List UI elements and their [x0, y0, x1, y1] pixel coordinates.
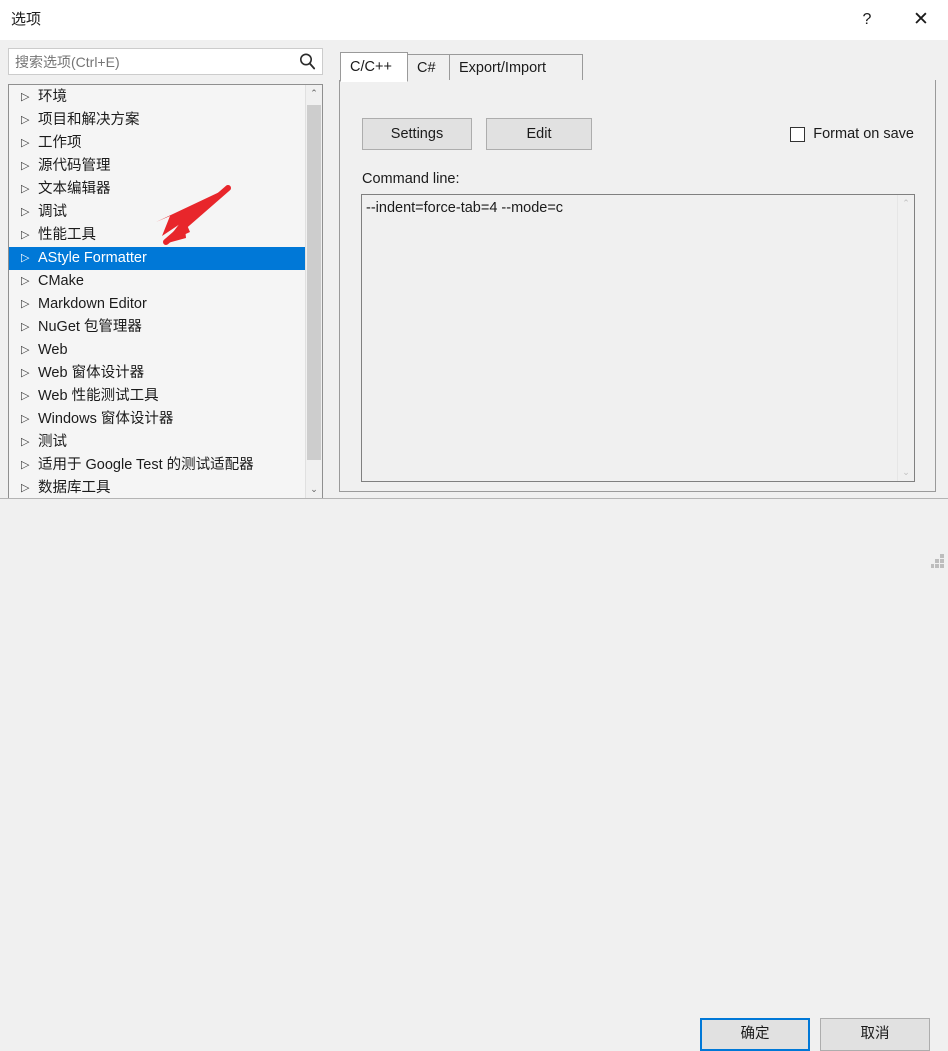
chevron-right-icon[interactable]: ▷ — [21, 431, 38, 454]
tree-item-label: 测试 — [38, 434, 67, 450]
tree-item[interactable]: ▷ CMake — [9, 270, 305, 293]
tree-item[interactable]: ▷ 适用于 Google Test 的测试适配器 — [9, 454, 305, 477]
tree-item[interactable]: ▷ NuGet 包管理器 — [9, 316, 305, 339]
tree-item-label: 数据库工具 — [38, 480, 111, 496]
chevron-right-icon[interactable]: ▷ — [21, 201, 38, 224]
tree-list[interactable]: ▷ 环境 ▷ 项目和解决方案 ▷ 工作项 ▷ 源代码管理 ▷ 文本编辑器 ▷ 调试 ▷ 性能工具 ▷ ASty… — [9, 86, 305, 498]
tree-item[interactable]: ▷ 工作项 — [9, 132, 305, 155]
tree-item-label: 源代码管理 — [38, 158, 111, 174]
scroll-up-icon[interactable]: ⌃ — [306, 85, 322, 102]
chevron-right-icon[interactable]: ▷ — [21, 109, 38, 132]
chevron-right-icon[interactable]: ▷ — [21, 454, 38, 477]
format-on-save-checkbox[interactable]: Format on save — [790, 124, 914, 144]
tree-item-label: 适用于 Google Test 的测试适配器 — [38, 457, 254, 473]
search-icon[interactable] — [298, 52, 317, 71]
options-tree: ▷ 环境 ▷ 项目和解决方案 ▷ 工作项 ▷ 源代码管理 ▷ 文本编辑器 ▷ 调试 ▷ 性能工具 ▷ ASty… — [8, 84, 323, 499]
search-input[interactable] — [15, 49, 287, 74]
cmd-scroll-down-icon[interactable]: ⌄ — [898, 464, 914, 481]
format-on-save-label: Format on save — [813, 126, 914, 142]
chevron-right-icon[interactable]: ▷ — [21, 247, 38, 270]
scrollbar-thumb[interactable] — [307, 105, 321, 460]
chevron-right-icon[interactable]: ▷ — [21, 270, 38, 293]
checkbox-box-icon[interactable] — [790, 126, 806, 142]
command-line-scrollbar[interactable]: ⌃ ⌄ — [897, 195, 914, 481]
tree-item-label: 调试 — [38, 204, 67, 220]
title-bar: 选项 ? ✕ — [0, 0, 948, 40]
tree-item-label: Web 性能测试工具 — [38, 388, 159, 404]
command-line-label: Command line: — [362, 171, 460, 187]
tab-export-import[interactable]: Export/Import — [449, 54, 583, 81]
command-line-area[interactable]: ⌃ ⌄ — [361, 194, 915, 482]
chevron-right-icon[interactable]: ▷ — [21, 339, 38, 362]
chevron-right-icon[interactable]: ▷ — [21, 477, 38, 498]
help-icon: ? — [862, 10, 872, 28]
tree-item[interactable]: ▷ Windows 窗体设计器 — [9, 408, 305, 431]
scroll-down-icon[interactable]: ⌄ — [306, 481, 322, 498]
tree-item-label: 文本编辑器 — [38, 181, 111, 197]
tree-item[interactable]: ▷ 测试 — [9, 431, 305, 454]
tree-item[interactable]: ▷ Web — [9, 339, 305, 362]
tree-item[interactable]: ▷ 调试 — [9, 201, 305, 224]
chevron-right-icon[interactable]: ▷ — [21, 385, 38, 408]
chevron-right-icon[interactable]: ▷ — [21, 155, 38, 178]
tree-item[interactable]: ▷ Web 性能测试工具 — [9, 385, 305, 408]
tree-scrollbar[interactable]: ⌃ ⌄ — [305, 85, 322, 498]
close-icon: ✕ — [913, 9, 929, 30]
search-box[interactable] — [8, 48, 323, 75]
tree-item-label: 项目和解决方案 — [38, 112, 140, 128]
tree-item-label: Web 窗体设计器 — [38, 365, 145, 381]
tab-panel-c-cpp: Settings Edit Format on save Command lin… — [339, 80, 936, 492]
tree-item[interactable]: ▷ Web 窗体设计器 — [9, 362, 305, 385]
tree-item[interactable]: ▷ Markdown Editor — [9, 293, 305, 316]
resize-grip[interactable] — [930, 554, 945, 568]
tree-item-label: NuGet 包管理器 — [38, 319, 142, 335]
left-pane: ▷环境▷项目和解决方案▷工作项▷源代码管理▷文本编辑器▷调试▷性能工具▷ASty… — [8, 48, 323, 499]
tree-item-label: Markdown Editor — [38, 296, 147, 312]
chevron-right-icon[interactable]: ▷ — [21, 408, 38, 431]
chevron-right-icon[interactable]: ▷ — [21, 86, 38, 109]
tree-item-label: Web — [38, 342, 68, 358]
close-button[interactable]: ✕ — [898, 0, 944, 39]
tree-item[interactable]: ▷ 数据库工具 — [9, 477, 305, 498]
tab-c-c[interactable]: C/C++ — [340, 52, 408, 82]
cancel-button[interactable]: 取消 — [820, 1018, 930, 1051]
tree-item[interactable]: ▷ AStyle Formatter — [9, 247, 305, 270]
chevron-right-icon[interactable]: ▷ — [21, 362, 38, 385]
tree-item[interactable]: ▷ 源代码管理 — [9, 155, 305, 178]
tab-c[interactable]: C# — [407, 54, 450, 81]
help-button[interactable]: ? — [844, 0, 890, 39]
tab-strip: C/C++ C# Export/Import — [339, 52, 936, 82]
chevron-right-icon[interactable]: ▷ — [21, 316, 38, 339]
tree-item-label: CMake — [38, 273, 84, 289]
ok-button[interactable]: 确定 — [700, 1018, 810, 1051]
tree-item-label: 性能工具 — [38, 227, 96, 243]
tree-item-label: 工作项 — [38, 135, 82, 151]
command-line-input[interactable] — [366, 199, 886, 469]
tree-item[interactable]: ▷ 性能工具 — [9, 224, 305, 247]
tree-item[interactable]: ▷ 项目和解决方案 — [9, 109, 305, 132]
chevron-right-icon[interactable]: ▷ — [21, 132, 38, 155]
chevron-right-icon[interactable]: ▷ — [21, 224, 38, 247]
chevron-right-icon[interactable]: ▷ — [21, 178, 38, 201]
right-pane: C/C++ C# Export/Import Settings Edit Forma… — [339, 52, 936, 492]
tree-item[interactable]: ▷ 环境 — [9, 86, 305, 109]
tree-item-label: Windows 窗体设计器 — [38, 411, 174, 427]
footer: 确定 取消 — [0, 499, 948, 1051]
options-dialog: 选项 ? ✕ ▷环境▷项目和解决方案▷工作项▷源代码管理▷文本编辑器▷调试▷性能… — [0, 0, 948, 1051]
cmd-scroll-up-icon[interactable]: ⌃ — [898, 195, 914, 212]
settings-button[interactable]: Settings — [362, 118, 472, 150]
page-title: 选项 — [11, 11, 42, 28]
tree-item[interactable]: ▷ 文本编辑器 — [9, 178, 305, 201]
edit-button[interactable]: Edit — [486, 118, 592, 150]
tree-item-label: AStyle Formatter — [38, 250, 147, 266]
chevron-right-icon[interactable]: ▷ — [21, 293, 38, 316]
tree-item-label: 环境 — [38, 89, 67, 105]
